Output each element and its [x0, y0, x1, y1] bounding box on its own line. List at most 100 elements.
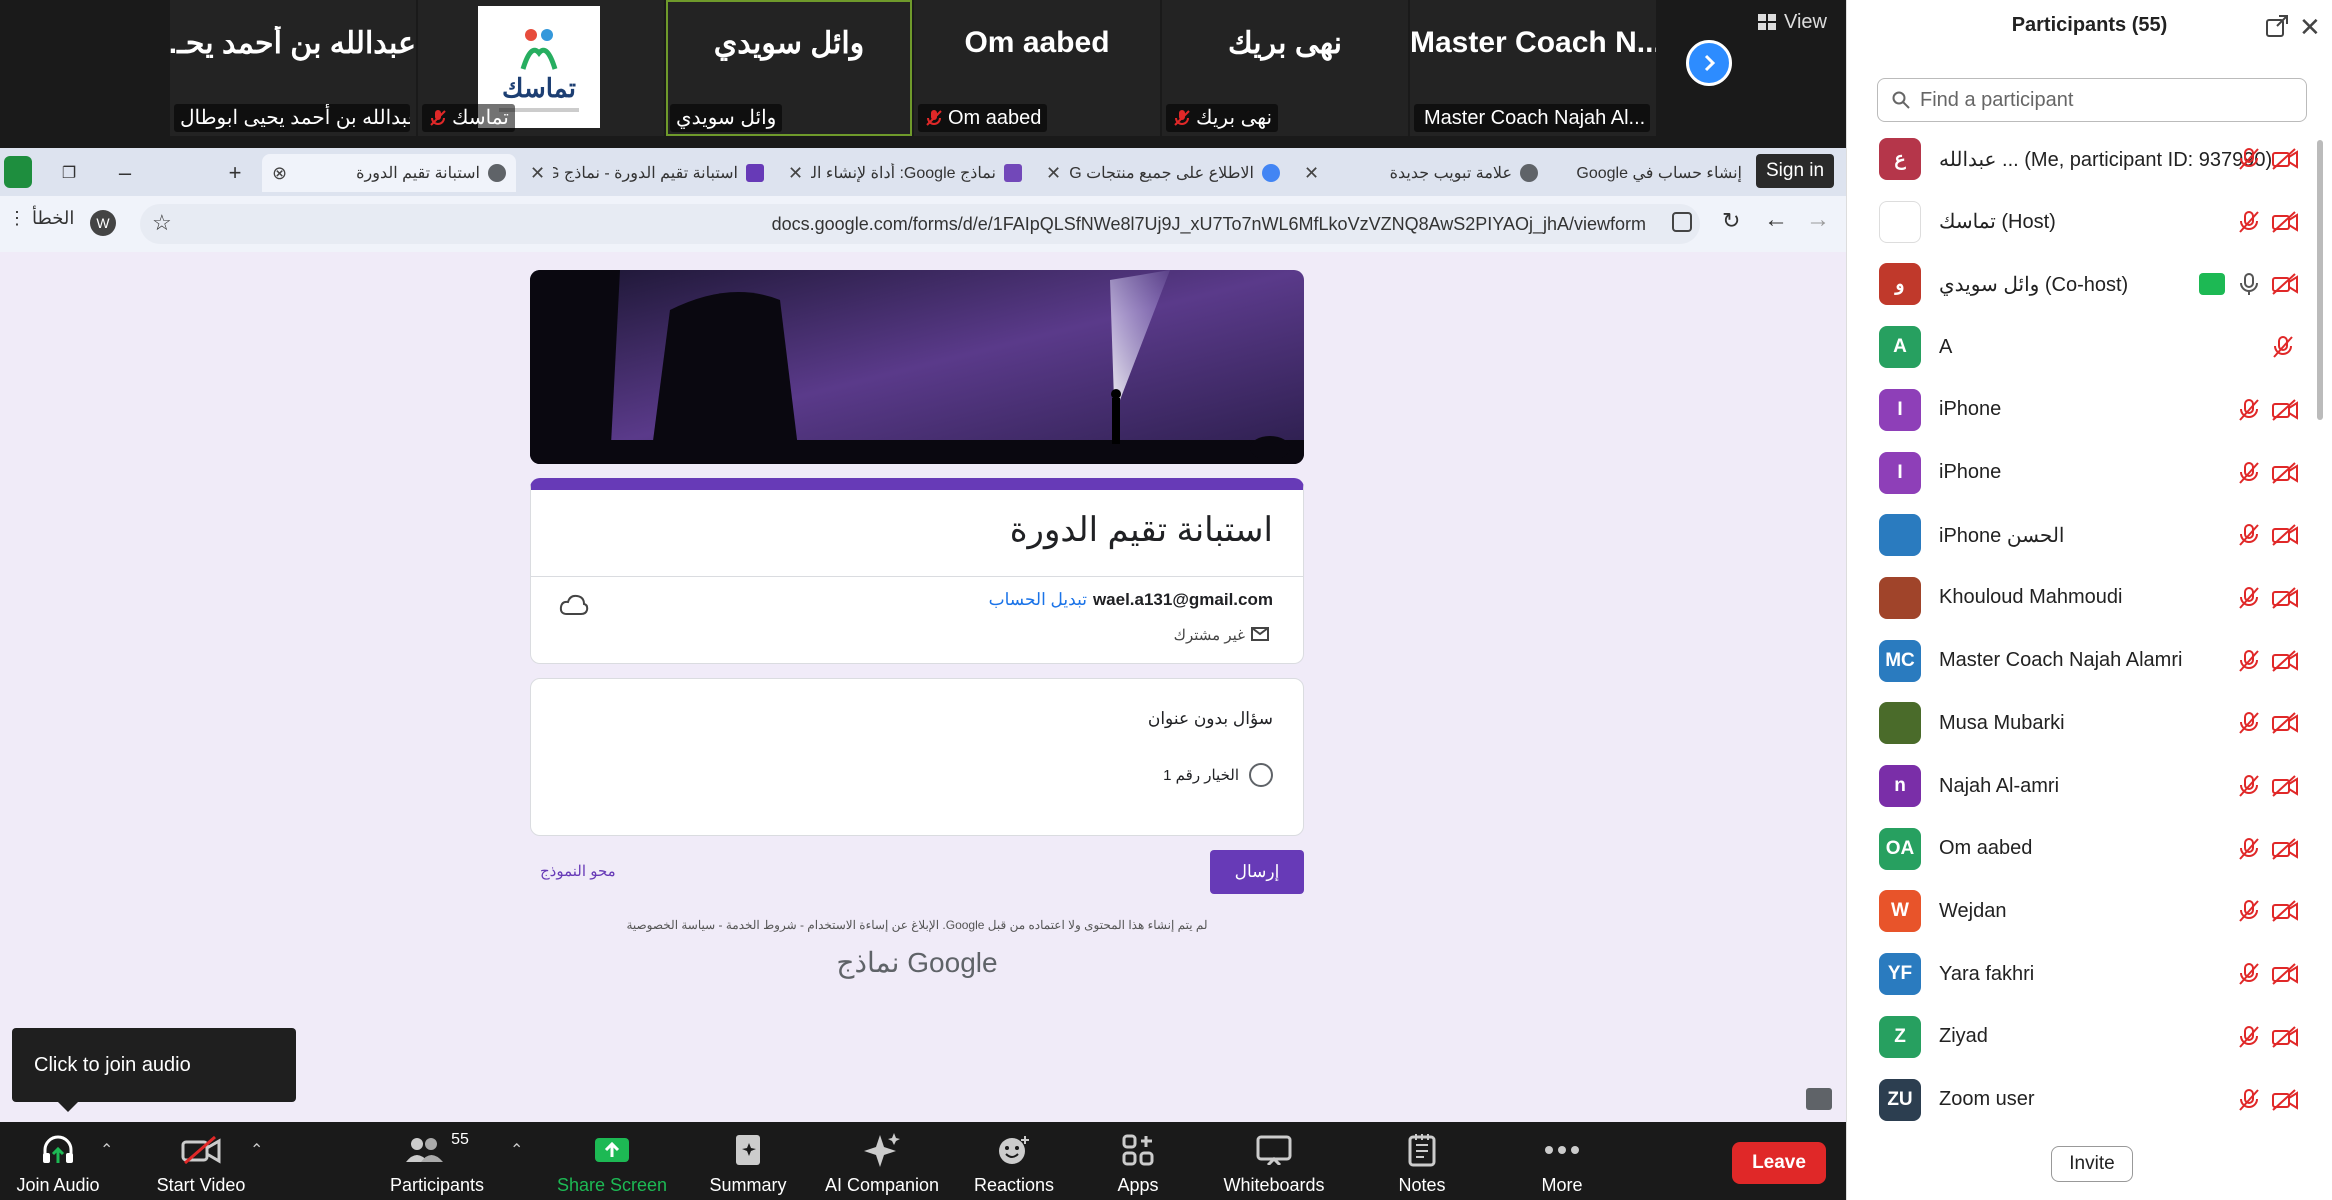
video-off-icon[interactable]	[2271, 586, 2299, 610]
participant-row[interactable]: IiPhone	[1847, 442, 2327, 504]
video-off-icon[interactable]	[2271, 1088, 2299, 1112]
video-off-icon[interactable]	[2271, 774, 2299, 798]
browser-tab[interactable]: استبانة تقيم الدورة ⊗	[262, 154, 516, 192]
notes-button[interactable]: Notes	[1376, 1128, 1468, 1198]
shield-icon[interactable]	[4, 156, 32, 188]
participant-row[interactable]: iPhone الحسن	[1847, 504, 2327, 566]
participant-row[interactable]: W Wejdan	[1847, 880, 2327, 942]
video-off-icon[interactable]	[2271, 398, 2299, 422]
video-off-icon[interactable]	[2271, 711, 2299, 735]
participant-row[interactable]: OA Om aabed	[1847, 818, 2327, 880]
video-off-icon[interactable]	[2271, 899, 2299, 923]
ai-companion-button[interactable]: AI Companion	[820, 1128, 944, 1198]
leave-meeting-button[interactable]: Leave	[1732, 1142, 1826, 1184]
reactions-button[interactable]: Reactions	[966, 1128, 1062, 1198]
popout-icon[interactable]	[2265, 14, 2289, 38]
browser-tab[interactable]: إنشاء حساب في Google	[1552, 154, 1752, 192]
participant-row[interactable]: ع عبدالله ... (Me, participant ID: 937990…	[1847, 128, 2327, 190]
clear-form-link[interactable]: محو النموذج	[540, 862, 616, 880]
participant-row[interactable]: ZU Zoom user	[1847, 1069, 2327, 1131]
sign-in-button[interactable]: Sign in	[1756, 154, 1835, 188]
tab-close-icon[interactable]: ✕	[1046, 163, 1061, 184]
mic-muted-icon[interactable]	[2237, 586, 2261, 610]
profile-error-button[interactable]: ⋮ الخطأ	[8, 208, 74, 229]
participant-row[interactable]: IiPhone	[1847, 379, 2327, 441]
participant-row[interactable]: Khouloud Mahmoudi	[1847, 567, 2327, 629]
radio-option[interactable]: الخيار رقم 1	[1163, 763, 1273, 787]
site-settings-icon[interactable]	[1672, 212, 1692, 232]
cloud-saved-icon[interactable]	[559, 594, 589, 616]
video-off-icon[interactable]	[2271, 649, 2299, 673]
mic-muted-icon[interactable]	[2237, 962, 2261, 986]
start-video-button[interactable]: Start Video	[146, 1128, 256, 1198]
star-bookmark-icon[interactable]: ☆	[152, 210, 172, 236]
mic-muted-icon[interactable]	[2271, 335, 2295, 359]
video-off-icon[interactable]	[2271, 962, 2299, 986]
participant-row[interactable]: AA	[1847, 316, 2327, 378]
video-tile[interactable]: Master Coach N... Master Coach Najah Al.…	[1410, 0, 1656, 136]
tab-close-icon[interactable]: ✕	[788, 163, 803, 184]
mic-muted-icon[interactable]	[2237, 837, 2261, 861]
new-tab-button[interactable]: +	[220, 158, 250, 188]
video-tile[interactable]: نهى بريك نهى بريك	[1162, 0, 1408, 136]
mic-muted-icon[interactable]	[2237, 1088, 2261, 1112]
invite-button[interactable]: Invite	[2051, 1146, 2133, 1182]
back-arrow-icon[interactable]: ←	[1764, 206, 1788, 234]
find-participant-input[interactable]: Find a participant	[1877, 78, 2307, 122]
video-options-caret-icon[interactable]: ⌃	[250, 1140, 263, 1160]
participant-row[interactable]: n Najah Al-amri	[1847, 755, 2327, 817]
mic-muted-icon[interactable]	[2237, 210, 2261, 234]
participant-row[interactable]: Musa Mubarki	[1847, 692, 2327, 754]
restore-window-icon[interactable]: ❐	[54, 158, 84, 188]
reload-icon[interactable]: ↻	[1722, 208, 1740, 234]
mic-muted-icon[interactable]	[2237, 461, 2261, 485]
video-tile[interactable]: تماسك تماسك	[418, 0, 664, 136]
participant-row[interactable]: تماسك (Host)	[1847, 191, 2327, 253]
whiteboards-button[interactable]: Whiteboards	[1214, 1128, 1334, 1198]
close-icon[interactable]: ✕	[2299, 12, 2321, 43]
video-off-icon[interactable]	[2271, 147, 2299, 171]
video-tile-active-speaker[interactable]: وائل سويدي وائل سويدي	[666, 0, 912, 136]
mic-muted-icon[interactable]	[2237, 774, 2261, 798]
switch-account-link[interactable]: تبديل الحساب	[989, 590, 1087, 610]
video-off-icon[interactable]	[2271, 837, 2299, 861]
browser-tab[interactable]: علامة تبويب جديدة ✕	[1294, 154, 1548, 192]
profile-avatar[interactable]: W	[90, 210, 116, 236]
participants-button[interactable]: 55 Participants	[382, 1128, 492, 1198]
browser-tab[interactable]: نماذج Google: أداة لإنشاء الن ✕	[778, 154, 1032, 192]
mic-muted-icon[interactable]	[2237, 398, 2261, 422]
video-off-icon[interactable]	[2271, 272, 2299, 296]
video-off-icon[interactable]	[2271, 1025, 2299, 1049]
mic-muted-icon[interactable]	[2237, 711, 2261, 735]
video-off-icon[interactable]	[2271, 523, 2299, 547]
participant-row[interactable]: MC Master Coach Najah Alamri	[1847, 630, 2327, 692]
tab-close-icon[interactable]: ✕	[1304, 163, 1319, 184]
more-button[interactable]: More	[1516, 1128, 1608, 1198]
audio-options-caret-icon[interactable]: ⌃	[100, 1140, 113, 1160]
forward-arrow-icon[interactable]: →	[1806, 206, 1830, 234]
browser-tab[interactable]: استبانة تقيم الدورة - نماذج G ✕	[520, 154, 774, 192]
participant-row[interactable]: Z Ziyad	[1847, 1006, 2327, 1068]
video-off-icon[interactable]	[2271, 210, 2299, 234]
share-screen-button[interactable]: Share Screen	[554, 1128, 670, 1198]
view-layout-button[interactable]: View	[1748, 6, 1837, 38]
video-off-icon[interactable]	[2271, 461, 2299, 485]
join-audio-button[interactable]: Join Audio	[10, 1128, 106, 1198]
mic-muted-icon[interactable]	[2237, 523, 2261, 547]
browser-tab[interactable]: الاطلاع على جميع منتجات G ✕	[1036, 154, 1290, 192]
radio-button[interactable]	[1249, 763, 1273, 787]
apps-button[interactable]: Apps	[1092, 1128, 1184, 1198]
tab-close-icon[interactable]: ⊗	[272, 163, 287, 184]
participant-row[interactable]: و وائل سويدي (Co-host)	[1847, 253, 2327, 315]
participant-row[interactable]: YF Yara fakhri	[1847, 943, 2327, 1005]
report-feedback-icon[interactable]	[1806, 1088, 1832, 1110]
video-tile[interactable]: Om aabed Om aabed	[914, 0, 1160, 136]
mic-muted-icon[interactable]	[2237, 649, 2261, 673]
summary-button[interactable]: Summary	[700, 1128, 796, 1198]
minimize-window-icon[interactable]: –	[110, 158, 140, 188]
submit-button[interactable]: إرسال	[1210, 850, 1304, 894]
mic-muted-icon[interactable]	[2237, 899, 2261, 923]
mic-muted-icon[interactable]	[2237, 1025, 2261, 1049]
gallery-next-page-button[interactable]	[1686, 40, 1732, 86]
mic-icon[interactable]	[2237, 272, 2261, 296]
